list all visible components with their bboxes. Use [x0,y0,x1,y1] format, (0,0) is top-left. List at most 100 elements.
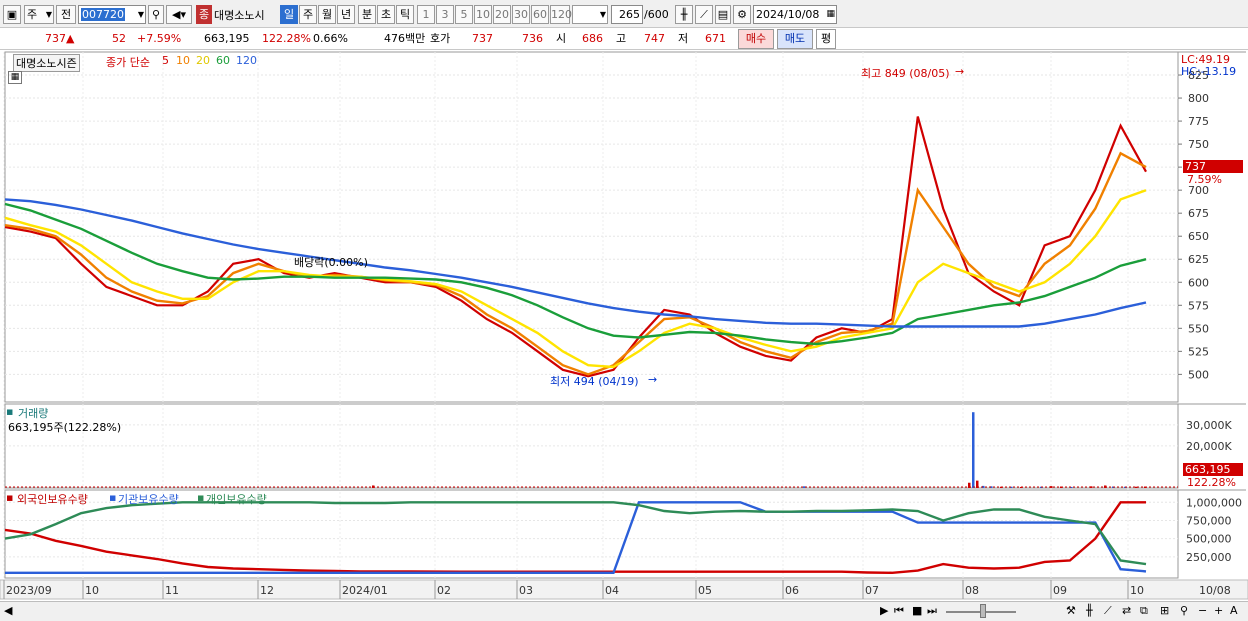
x-tick-label: 10 [1130,584,1144,597]
legend-main[interactable]: 종가 단순 [106,54,150,70]
auto-scale-icon[interactable]: A [1230,604,1238,617]
window-icon[interactable]: ▣ [3,5,21,24]
avg-button[interactable]: 평 [816,29,836,49]
amount: 476백만 [384,32,426,45]
zoom-icon[interactable]: ⚲ [1180,604,1188,617]
quote-bar: 737 ▲ 52 +7.59% 663,195 122.28% 0.66% 47… [0,28,1248,50]
tab-year[interactable]: 년 [337,5,355,24]
holding-tick-label: 500,000 [1186,533,1232,546]
chevron-down-icon: ▼ [599,10,606,19]
legend-ma-120[interactable]: 120 [236,54,257,67]
price-tick-label: 750 [1188,138,1209,151]
x-tick-label: 03 [519,584,533,597]
high-annotation: 최고 849 (08/05) [861,67,950,80]
search-icon[interactable]: ⚲ [148,5,164,24]
calendar-icon[interactable]: ▦ [826,6,835,23]
buy-button[interactable]: 매수 [738,29,774,49]
interval-30[interactable]: 30 [512,5,530,24]
legend-stock-name[interactable]: 대명소노시즌 [13,54,80,72]
interval-10[interactable]: 10 [474,5,492,24]
low-label: 저 [678,32,689,45]
legend-foreign[interactable]: 외국인보유수량 [17,491,88,507]
legend-individual[interactable]: 개인보유수량 [206,491,267,507]
chart-area[interactable]: 5005255505756006256506757007257507758008… [0,50,1248,621]
legend-ma-60[interactable]: 60 [216,54,230,67]
speaker-icon[interactable]: ◀▾ [166,5,192,24]
volume-ratio-tag: 122.28% [1187,476,1236,489]
interval-20[interactable]: 20 [493,5,511,24]
stock-name: 대명소노시 [214,9,265,22]
low-annotation: 최저 494 (04/19) [550,375,639,388]
legend-ma-10[interactable]: 10 [176,54,190,67]
hoga-label: 호가 [430,32,451,45]
holding-inst-icon: ▪ [109,491,117,504]
date-field[interactable]: 2024/10/08 ▦ [753,5,837,24]
x-tick-label: 10/08 [1199,584,1231,597]
scroll-left-icon[interactable]: ◀ [4,604,12,617]
price-tick-label: 575 [1188,299,1209,312]
x-tick-label: 12 [260,584,274,597]
interval-5[interactable]: 5 [455,5,473,24]
x-tick-label: 2023/09 [6,584,52,597]
forward-icon[interactable]: ⏭ [927,604,937,618]
candle-icon[interactable]: ╫ [675,5,693,24]
interval-1[interactable]: 1 [417,5,435,24]
copy-icon[interactable]: ⧉ [1140,604,1148,618]
high-label: 고 [616,32,627,45]
tab-month[interactable]: 월 [318,5,336,24]
tab-week[interactable]: 주 [299,5,317,24]
legend-ma-20[interactable]: 20 [196,54,210,67]
interval-120[interactable]: 120 [550,5,572,24]
period-dropdown[interactable]: 주 ▼ [24,5,54,24]
bottom-scroll-bar[interactable]: ◀ ▶ ⏮ ■ ⏭ ⚒ ╫ ⟋ ⇄ ⧉ ⊞ ⚲ − + A [0,601,1248,621]
zoom-slider-thumb[interactable] [980,604,986,618]
stock-code-field[interactable]: 007720 ▼ [78,5,146,24]
legend-institution[interactable]: 기관보유수량 [118,491,179,507]
sell-button[interactable]: 매도 [777,29,813,49]
count-field[interactable]: 265 [611,5,643,24]
tool-icon[interactable]: ⚒ [1066,604,1076,617]
legend-ma-5[interactable]: 5 [162,54,169,67]
current-price-tag: 737 [1183,160,1243,173]
zoom-out-icon[interactable]: − [1198,604,1207,617]
bar-icon[interactable]: ╫ [1086,604,1093,617]
save-icon[interactable]: ▤ [715,5,731,24]
tab-day[interactable]: 일 [280,5,298,24]
arrow-right-icon: → [955,65,965,78]
table-icon[interactable]: ▦ [8,71,22,84]
holding-tick-label: 250,000 [1186,551,1232,564]
volume-bar [972,412,975,488]
jong-badge: 종 [196,5,212,24]
tab-second[interactable]: 초 [377,5,395,24]
price-tick-label: 650 [1188,230,1209,243]
holding-tick-label: 750,000 [1186,514,1232,527]
interval-3[interactable]: 3 [436,5,454,24]
price-panel-frame [4,51,1179,403]
line-chart-icon[interactable]: ⟋ [695,5,713,24]
rewind-icon[interactable]: ⏮ [894,604,904,618]
line-icon[interactable]: ⟋ [1104,604,1112,618]
compare-icon[interactable]: ⇄ [1122,604,1131,617]
grid-icon[interactable]: ⊞ [1160,604,1169,617]
volume-tick-label: 30,000K [1186,419,1232,432]
volume: 663,195 [204,32,250,45]
bid-price: 736 [522,32,543,45]
change: 52 [112,32,126,45]
x-tick-label: 2024/01 [342,584,388,597]
price-tick-label: 800 [1188,92,1209,105]
volume-subtitle: 663,195주(122.28%) [8,421,122,434]
prev-button[interactable]: 전 [56,5,76,24]
x-tick-label: 09 [1053,584,1067,597]
chart-svg[interactable]: 5005255505756006256506757007257507758008… [0,50,1248,601]
tab-minute[interactable]: 분 [358,5,376,24]
chevron-down-icon[interactable]: ▼ [138,6,144,23]
interval-60[interactable]: 60 [531,5,549,24]
gear-icon[interactable]: ⚙ [733,5,751,24]
period-label: 주 [27,8,38,21]
zoom-in-icon[interactable]: + [1214,604,1223,617]
stop-icon[interactable]: ■ [912,604,922,617]
scroll-right-icon[interactable]: ▶ [880,604,888,617]
stock-code-value: 007720 [81,8,125,21]
tab-tick[interactable]: 틱 [396,5,414,24]
custom-interval-dropdown[interactable]: ▼ [572,5,608,24]
